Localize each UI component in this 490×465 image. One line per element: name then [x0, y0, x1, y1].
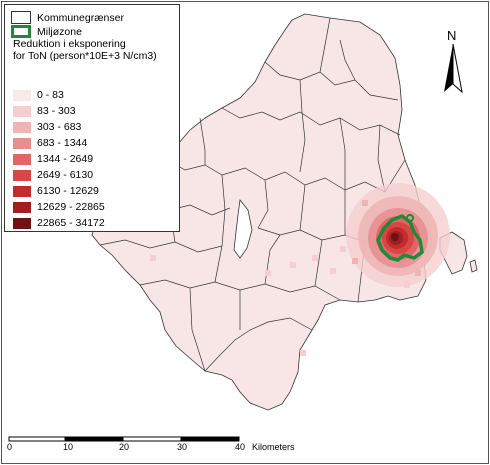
legend-zone-label: Miljøzone	[37, 25, 82, 38]
legend-class-row: 2649 - 6130	[13, 169, 93, 181]
legend-class-swatch	[13, 217, 31, 229]
scale-bar	[8, 436, 240, 442]
legend-class-swatch	[13, 201, 31, 213]
legend-class-swatch	[13, 153, 31, 165]
scale-tick-label: 10	[63, 442, 74, 452]
legend-class-row: 1344 - 2649	[13, 153, 93, 165]
legend-class-row: 303 - 683	[13, 121, 81, 133]
legend-class-swatch	[13, 121, 31, 133]
legend-class-row: 683 - 1344	[13, 137, 87, 149]
legend-class-label: 83 - 303	[37, 105, 76, 117]
zone-swatch	[11, 25, 31, 38]
legend-class-row: 22865 - 34172	[13, 217, 105, 229]
legend-class-label: 12629 - 22865	[37, 201, 105, 213]
scale-tick-label: 40	[235, 442, 246, 452]
legend-class-swatch	[13, 137, 31, 149]
scale-tick-label: 0	[7, 442, 13, 452]
north-arrow-icon	[444, 43, 463, 94]
legend-boundary-label: Kommunegrænser	[37, 11, 124, 24]
legend-class-label: 303 - 683	[37, 121, 82, 133]
legend-class-swatch	[13, 185, 31, 197]
boundary-swatch	[11, 11, 31, 24]
legend-class-label: 0 - 83	[37, 89, 64, 101]
scale-tick-label: 20	[119, 442, 130, 452]
legend-row-boundary: Kommunegrænser	[11, 11, 124, 24]
legend-class-label: 2649 - 6130	[37, 169, 94, 181]
north-label: N	[447, 28, 457, 43]
legend-title-line1: Reduktion i eksponering	[13, 38, 126, 50]
legend-class-row: 6130 - 12629	[13, 185, 99, 197]
legend-class-row: 12629 - 22865	[13, 201, 105, 213]
scale-unit-label: Kilometers	[252, 442, 295, 452]
legend-class-row: 0 - 83	[13, 89, 64, 101]
legend-title: Reduktion i eksponering for ToN (person*…	[13, 38, 157, 62]
legend-class-label: 1344 - 2649	[37, 153, 94, 165]
legend: Kommunegrænser Miljøzone Reduktion i eks…	[4, 4, 180, 232]
legend-title-line2: for ToN (person*10E+3 N/cm3)	[13, 50, 157, 62]
legend-class-label: 22865 - 34172	[37, 217, 105, 229]
legend-class-swatch	[13, 89, 31, 101]
legend-class-label: 6130 - 12629	[37, 185, 99, 197]
legend-class-swatch	[13, 105, 31, 117]
legend-class-swatch	[13, 169, 31, 181]
legend-class-label: 683 - 1344	[37, 137, 88, 149]
legend-class-row: 83 - 303	[13, 105, 76, 117]
legend-row-zone: Miljøzone	[11, 25, 82, 38]
scale-tick-label: 30	[177, 442, 188, 452]
island-small	[469, 259, 478, 273]
